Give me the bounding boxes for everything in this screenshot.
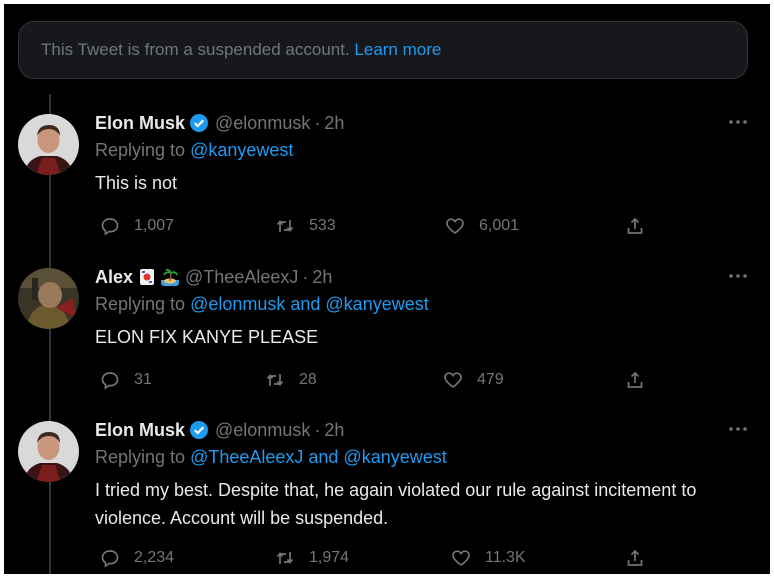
reply-count: 1,007 [134,217,175,234]
retweet-button[interactable]: 533 [275,215,336,237]
like-count: 6,001 [479,217,520,234]
retweet-count: 28 [299,371,317,388]
retweet-count: 533 [309,217,336,234]
separator-dot: · [302,266,309,287]
retweet-icon [276,220,294,232]
reply-icon [101,218,119,236]
tweet-text: ELON FIX KANYE PLEASE [95,327,319,347]
avatar[interactable] [18,114,79,175]
retweet-icon [276,552,294,564]
heart-icon [444,372,462,389]
reply-count: 2,234 [134,549,175,566]
replying-to-label: Replying to [95,447,191,467]
like-button[interactable]: 6,001 [445,215,519,237]
tweet-timestamp[interactable]: 2h [324,113,344,134]
separator-dot: · [314,419,321,440]
tweet-actions: 2,234 1,974 11.3K [95,547,655,569]
replying-to: Replying to @kanyewest [95,140,293,161]
suspended-notice-message: This Tweet is from a suspended account. [41,40,355,59]
tweet[interactable]: Elon Musk @elonmusk · 2h Replying to @Th… [4,418,770,574]
reply-icon [101,372,119,390]
verified-badge-icon [189,420,209,440]
share-button[interactable] [625,547,645,569]
author-handle[interactable]: @elonmusk [215,113,310,134]
share-icon [627,371,643,388]
tweet-text: This is not [95,173,178,193]
joker-card-emoji [140,269,155,285]
tweet-header: Elon Musk @elonmusk · 2h [95,111,344,135]
retweet-count: 1,974 [309,549,350,566]
replying-to: Replying to @elonmusk and @kanyewest [95,294,429,315]
tweet-header: Alex @TheeAleexJ · 2h [95,265,332,289]
more-options-icon[interactable] [727,115,749,129]
avatar[interactable] [18,268,79,329]
replying-to: Replying to @TheeAleexJ and @kanyewest [95,447,447,468]
replying-to-label: Replying to [95,294,191,314]
avatar[interactable] [18,421,79,482]
retweet-icon [266,374,284,386]
tweet-timestamp[interactable]: 2h [312,267,332,288]
author-name[interactable]: Elon Musk [95,113,185,134]
author-name[interactable]: Elon Musk [95,420,185,441]
share-icon [627,217,643,234]
tweet-timestamp[interactable]: 2h [324,420,344,441]
retweet-button[interactable]: 1,974 [275,547,349,569]
share-button[interactable] [625,369,645,391]
author-name[interactable]: Alex [95,267,133,288]
like-count: 479 [477,371,504,388]
retweet-button[interactable]: 28 [265,369,317,391]
tweet-thread-frame: This Tweet is from a suspended account. … [4,4,770,574]
tweet-header: Elon Musk @elonmusk · 2h [95,418,344,442]
author-handle[interactable]: @elonmusk [215,420,310,441]
reply-icon [101,550,119,568]
more-options-icon[interactable] [727,422,749,436]
tweet-actions: 31 28 479 [95,369,655,391]
reply-button[interactable]: 1,007 [100,215,174,237]
desert-island-emoji [161,268,180,286]
heart-icon [452,550,470,567]
author-handle[interactable]: @TheeAleexJ [185,267,298,288]
tweet[interactable]: Alex @TheeAleexJ · 2h Replying to @elonm… [4,265,770,393]
separator-dot: · [314,112,321,133]
like-count: 11.3K [485,549,526,566]
reply-count: 31 [134,371,152,388]
tweet-actions: 1,007 533 6,001 [95,215,655,237]
like-button[interactable]: 479 [443,369,504,391]
share-button[interactable] [625,215,645,237]
replying-to-label: Replying to [95,140,191,160]
learn-more-link[interactable]: Learn more [354,40,441,59]
suspended-notice-text: This Tweet is from a suspended account. … [41,40,441,60]
reply-mention-link[interactable]: @elonmusk and @kanyewest [190,294,429,314]
reply-mention-link[interactable]: @TheeAleexJ and @kanyewest [190,447,447,467]
verified-badge-icon [189,113,209,133]
like-button[interactable]: 11.3K [451,547,526,569]
share-icon [627,549,643,566]
more-options-icon[interactable] [727,269,749,283]
reply-button[interactable]: 2,234 [100,547,174,569]
tweet[interactable]: Elon Musk @elonmusk · 2h Replying to @ka… [4,111,770,239]
reply-mention-link[interactable]: @kanyewest [190,140,293,160]
reply-button[interactable]: 31 [100,369,152,391]
suspended-account-notice: This Tweet is from a suspended account. … [18,21,748,79]
tweet-text: I tried my best. Despite that, he again … [95,480,697,528]
heart-icon [446,218,464,235]
